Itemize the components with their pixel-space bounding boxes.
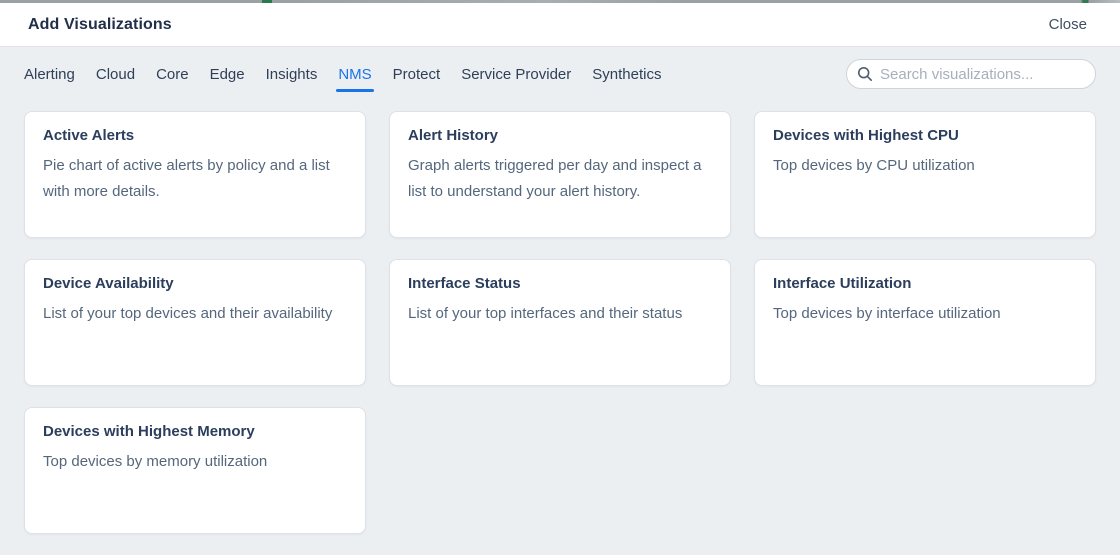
close-button[interactable]: Close xyxy=(1049,16,1087,33)
card-description: Top devices by CPU utilization xyxy=(773,157,975,174)
card-device-availability[interactable]: Device Availability List of your top dev… xyxy=(24,259,366,386)
card-alert-history[interactable]: Alert History Graph alerts triggered per… xyxy=(389,111,731,238)
card-devices-with-highest-cpu[interactable]: Devices with Highest CPU Top devices by … xyxy=(754,111,1096,238)
tab-synthetics[interactable]: Synthetics xyxy=(592,66,661,92)
card-title: Active Alerts xyxy=(43,127,135,144)
card-title: Device Availability xyxy=(43,275,174,292)
tab-cloud[interactable]: Cloud xyxy=(96,66,135,92)
tab-nms[interactable]: NMS xyxy=(336,66,375,92)
tab-protect[interactable]: Protect xyxy=(393,66,441,92)
tab-service-provider[interactable]: Service Provider xyxy=(461,66,571,92)
tab-insights[interactable]: Insights xyxy=(266,66,318,92)
card-active-alerts[interactable]: Active Alerts Pie chart of active alerts… xyxy=(24,111,366,238)
card-description: List of your top devices and their avail… xyxy=(43,305,333,322)
card-devices-with-highest-memory[interactable]: Devices with Highest Memory Top devices … xyxy=(24,407,366,534)
card-title: Devices with Highest Memory xyxy=(43,423,255,440)
card-description: Pie chart of active alerts by policy and… xyxy=(43,157,330,200)
card-title: Interface Status xyxy=(408,275,521,292)
visualization-grid: Active Alerts Pie chart of active alerts… xyxy=(24,111,1096,534)
card-description: List of your top interfaces and their st… xyxy=(408,305,683,322)
search-box[interactable] xyxy=(846,59,1096,89)
search-icon xyxy=(857,66,872,81)
search-input[interactable] xyxy=(880,65,1083,83)
page-title: Add Visualizations xyxy=(28,15,172,33)
toolbar: Alerting Cloud Core Edge Insights NMS Pr… xyxy=(0,47,1120,94)
card-title: Devices with Highest CPU xyxy=(773,127,959,144)
card-title: Alert History xyxy=(408,127,499,144)
modal-header: Add Visualizations Close xyxy=(0,3,1120,47)
tab-bar: Alerting Cloud Core Edge Insights NMS Pr… xyxy=(24,66,661,92)
card-description: Top devices by memory utilization xyxy=(43,453,268,470)
tab-alerting[interactable]: Alerting xyxy=(24,66,75,92)
tab-edge[interactable]: Edge xyxy=(210,66,245,92)
card-interface-status[interactable]: Interface Status List of your top interf… xyxy=(389,259,731,386)
card-description: Top devices by interface utilization xyxy=(773,305,1001,322)
tab-core[interactable]: Core xyxy=(156,66,189,92)
card-interface-utilization[interactable]: Interface Utilization Top devices by int… xyxy=(754,259,1096,386)
card-description: Graph alerts triggered per day and inspe… xyxy=(408,157,702,200)
card-title: Interface Utilization xyxy=(773,275,912,292)
